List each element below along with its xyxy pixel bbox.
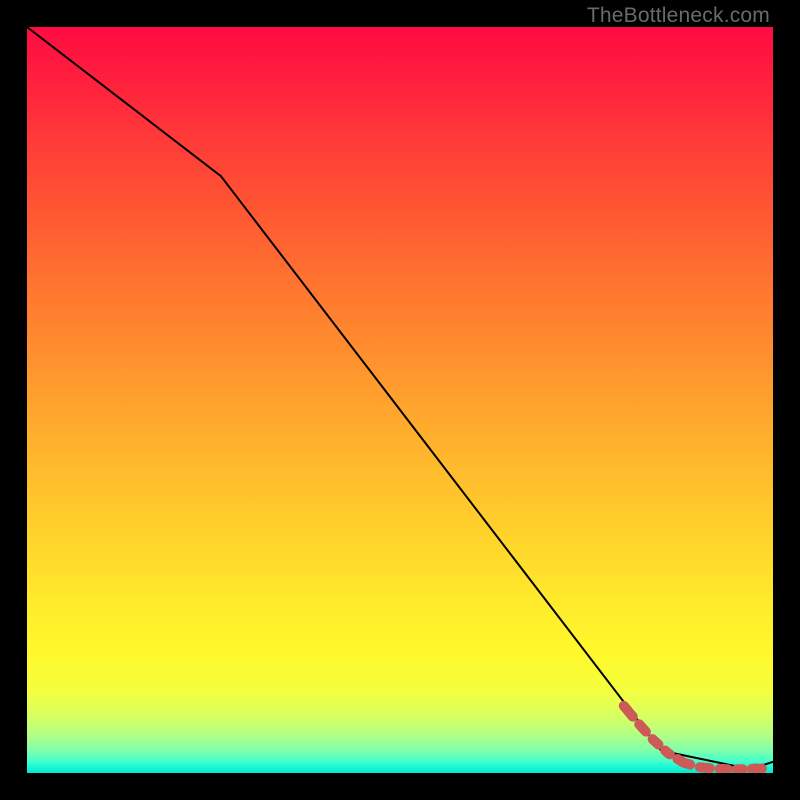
main-curve-path <box>27 27 773 769</box>
watermark-text: TheBottleneck.com <box>587 4 770 28</box>
plot-area <box>27 27 773 773</box>
line-layer <box>27 27 773 773</box>
series-overlay-dash <box>624 706 758 769</box>
overlay-dash-path <box>624 706 758 769</box>
series-main-curve <box>27 27 773 769</box>
chart-stage: TheBottleneck.com <box>0 0 800 800</box>
